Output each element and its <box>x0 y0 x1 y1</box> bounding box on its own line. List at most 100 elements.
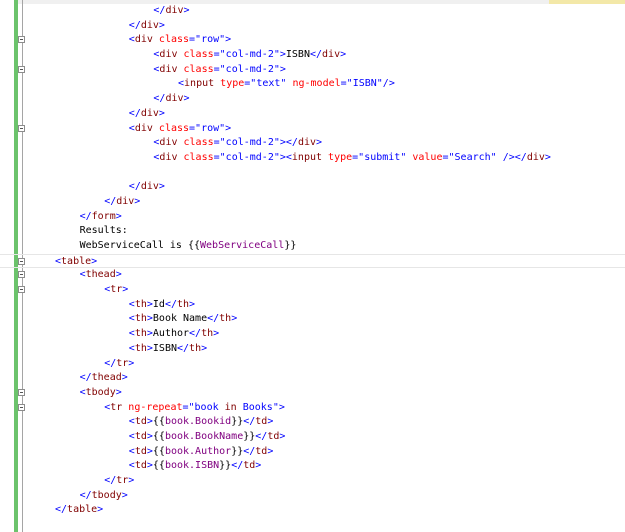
code-line[interactable]: </div> <box>0 19 625 34</box>
code-text: Results: <box>80 224 128 239</box>
collapse-box-icon[interactable] <box>18 36 25 44</box>
collapse-box-icon[interactable] <box>18 403 25 411</box>
code-line[interactable]: </tr> <box>0 474 625 489</box>
code-text: <th>Book Name</th> <box>129 312 237 327</box>
collapse-box-icon[interactable] <box>18 388 25 396</box>
code-line[interactable]: </div> <box>0 4 625 19</box>
code-token: =" <box>213 49 226 61</box>
code-token: book.BookName <box>164 430 244 442</box>
code-text: <div class="col-md-2"></div> <box>153 136 322 151</box>
code-token: row <box>201 34 220 46</box>
code-token: td <box>134 430 147 442</box>
code-token: > <box>279 430 286 442</box>
code-token: > <box>255 460 262 472</box>
code-token: ng-model <box>292 78 341 90</box>
code-text: <div class="row"> <box>129 33 231 48</box>
code-token: =" <box>189 122 202 134</box>
code-token: Books <box>236 401 273 413</box>
code-editor[interactable]: </div> </div> <div class="row"> <div class=… <box>0 0 625 532</box>
code-token: th <box>134 313 147 325</box>
code-token: ng-repeat <box>128 401 183 413</box>
code-line[interactable]: </div> <box>0 92 625 107</box>
code-token: > <box>183 5 190 16</box>
code-line[interactable]: <td>{{book.ISBN}}</td> <box>0 459 625 474</box>
code-text: </div> <box>129 19 165 34</box>
code-line[interactable]: <td>{{book.Author}}</td> <box>0 445 625 460</box>
code-line[interactable]: <div class="col-md-2"><input type="submi… <box>0 151 625 166</box>
code-line[interactable]: </div> <box>0 107 625 122</box>
code-line[interactable]: </table> <box>0 503 625 518</box>
code-line[interactable]: <tr ng-repeat="book in Books"> <box>0 401 625 416</box>
code-token: </ <box>128 107 141 119</box>
code-token: book.Author <box>164 445 232 457</box>
code-token: > <box>158 19 165 31</box>
code-token: > <box>316 137 323 149</box>
code-text: <td>{{book.Bookid}}</td> <box>129 415 274 430</box>
code-token: Id <box>152 298 165 310</box>
code-token: > <box>544 151 551 163</box>
code-token: </ <box>231 460 244 472</box>
collapse-box-icon[interactable] <box>18 124 25 132</box>
code-text: </form> <box>80 210 122 225</box>
code-line[interactable]: <table> <box>0 253 625 269</box>
code-token: > <box>122 284 129 296</box>
code-line[interactable]: <tr> <box>0 283 625 298</box>
collapse-box-icon[interactable] <box>18 286 25 294</box>
code-line[interactable]: <div class="col-md-2">ISBN</div> <box>0 48 625 63</box>
code-line[interactable]: </form> <box>0 210 625 225</box>
code-token: input <box>291 151 323 163</box>
code-token: div <box>140 181 159 193</box>
collapse-box-icon[interactable] <box>18 271 25 279</box>
code-line[interactable]: <th>ISBN</th> <box>0 342 625 357</box>
code-token: > <box>189 298 196 310</box>
code-line[interactable]: </thead> <box>0 371 625 386</box>
code-line[interactable]: </div> <box>0 195 625 210</box>
code-text: </tbody> <box>80 489 128 504</box>
code-line[interactable]: <div class="row"> <box>0 33 625 48</box>
code-token: col-md-2 <box>225 151 274 163</box>
code-token: class <box>183 151 214 163</box>
code-line[interactable] <box>0 166 625 181</box>
code-line[interactable]: <th>Author</th> <box>0 327 625 342</box>
code-token: =" <box>340 78 353 90</box>
code-line[interactable]: WebServiceCall is {{WebServiceCall}} <box>0 239 625 254</box>
code-line[interactable]: <thead> <box>0 268 625 283</box>
code-line[interactable]: <input type="text" ng-model="ISBN"/> <box>0 77 625 92</box>
code-token: col-md-2 <box>225 137 274 149</box>
code-token: > <box>121 372 128 384</box>
code-line[interactable]: </tbody> <box>0 489 625 504</box>
code-line[interactable]: <td>{{book.Bookid}}</td> <box>0 415 625 430</box>
code-line[interactable]: <tbody> <box>0 386 625 401</box>
code-line[interactable]: <div class="col-md-2"> <box>0 63 625 78</box>
code-token: thead <box>91 372 122 384</box>
code-lines[interactable]: </div> </div> <div class="row"> <div class=… <box>0 4 625 518</box>
code-token: th <box>219 313 232 325</box>
code-token: }} <box>231 416 244 428</box>
code-text: <thead> <box>80 268 122 283</box>
code-token: =" <box>244 78 257 90</box>
code-text: <input type="text" ng-model="ISBN"/> <box>178 77 395 92</box>
code-token: th <box>201 328 214 340</box>
code-line[interactable]: </div> <box>0 180 625 195</box>
code-token: {{ <box>152 445 165 457</box>
code-token: </ <box>153 5 166 16</box>
code-token: in <box>224 401 237 413</box>
code-token: </ <box>104 475 117 486</box>
code-line[interactable]: </tr> <box>0 357 625 372</box>
code-token: > <box>267 445 274 457</box>
code-line[interactable]: <div class="col-md-2"></div> <box>0 136 625 151</box>
code-token: "> <box>272 401 285 413</box>
code-line[interactable]: Results: <box>0 224 625 239</box>
code-token: </ <box>79 372 92 384</box>
code-line[interactable]: <th>Book Name</th> <box>0 312 625 327</box>
code-text: <tr ng-repeat="book in Books"> <box>104 401 285 416</box>
code-token: =" <box>213 151 226 163</box>
code-token: </ <box>79 210 92 222</box>
code-line[interactable]: <td>{{book.BookName}}</td> <box>0 430 625 445</box>
code-line[interactable]: <div class="row"> <box>0 122 625 137</box>
code-line[interactable]: <th>Id</th> <box>0 298 625 313</box>
code-token: =" <box>213 63 226 75</box>
collapse-box-icon[interactable] <box>18 65 25 73</box>
code-token: div <box>159 137 178 149</box>
collapse-box-icon[interactable] <box>18 257 25 265</box>
